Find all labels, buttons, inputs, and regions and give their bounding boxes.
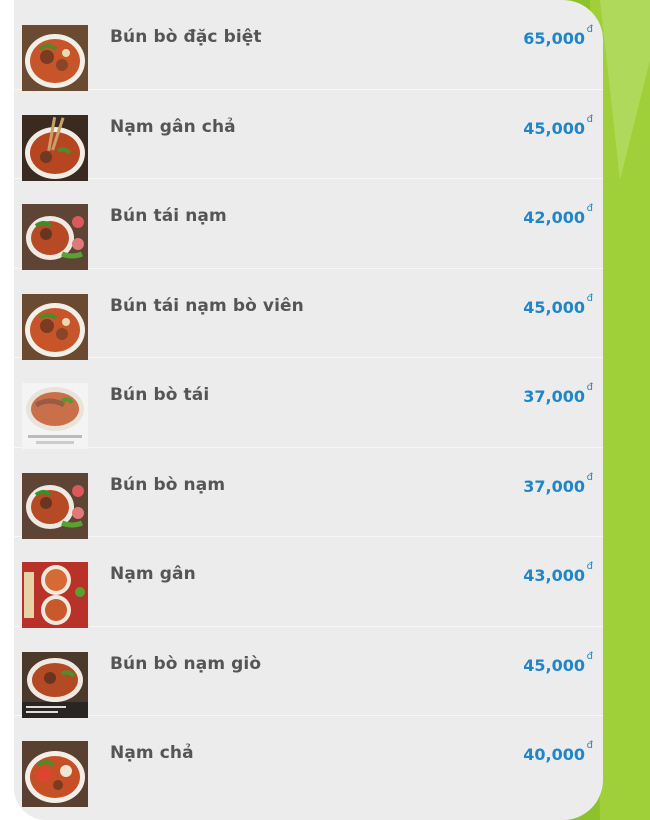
currency-symbol: đ bbox=[586, 382, 593, 393]
beef-noodle-bowl-tomato-icon bbox=[22, 741, 88, 807]
currency-symbol: đ bbox=[586, 113, 593, 125]
beef-noodle-bowl-herbs-icon bbox=[22, 472, 88, 539]
menu-item[interactable]: Bún bò nạm 37,000 đ bbox=[14, 448, 603, 539]
currency-symbol: đ bbox=[586, 203, 593, 214]
rare-beef-noodle-bowl-icon bbox=[22, 383, 88, 449]
beef-noodle-bowl-icon bbox=[22, 293, 88, 360]
menu-item[interactable]: Bún bò nạm giò 45,000 đ bbox=[14, 627, 603, 718]
menu-item[interactable]: Nạm gân chả 45,000 đ bbox=[14, 90, 603, 181]
item-name: Bún bò nạm giò bbox=[110, 653, 262, 674]
item-name: Bún bò nạm bbox=[110, 474, 226, 495]
item-name: Bún tái nạm bbox=[110, 206, 227, 226]
menu-item[interactable]: Nạm chả 40,000 đ bbox=[14, 716, 603, 807]
item-price: 45,000 bbox=[523, 297, 585, 317]
currency-symbol: đ bbox=[586, 650, 593, 662]
currency-symbol: đ bbox=[586, 471, 593, 483]
currency-symbol: đ bbox=[586, 561, 593, 572]
currency-symbol: đ bbox=[586, 292, 593, 304]
menu-item[interactable]: Nạm gân 43,000 đ bbox=[14, 537, 603, 628]
item-price: 37,000 bbox=[523, 387, 585, 406]
currency-symbol: đ bbox=[586, 24, 593, 35]
menu-item[interactable]: Bún bò tái 37,000 đ bbox=[14, 358, 603, 449]
beef-noodle-bowl-icon bbox=[22, 25, 88, 91]
menu-item[interactable]: Bún bò đặc biệt 65,000 đ bbox=[14, 0, 603, 91]
item-name: Bún bò tái bbox=[110, 385, 210, 405]
item-price: 40,000 bbox=[523, 745, 585, 764]
menu-item[interactable]: Bún tái nạm 42,000 đ bbox=[14, 179, 603, 270]
menu-item[interactable]: Bún tái nạm bò viên 45,000 đ bbox=[14, 269, 603, 360]
beef-noodle-bowl-caption-icon bbox=[22, 651, 88, 718]
item-name: Nạm gân bbox=[110, 564, 196, 584]
item-name: Bún tái nạm bò viên bbox=[110, 295, 304, 316]
beef-noodle-bowl-herbs-icon bbox=[22, 204, 88, 270]
item-price: 45,000 bbox=[523, 118, 585, 138]
item-price: 43,000 bbox=[523, 566, 585, 585]
item-name: Nạm gân chả bbox=[110, 116, 236, 137]
two-bowls-icon bbox=[22, 562, 88, 628]
item-name: Bún bò đặc biệt bbox=[110, 27, 262, 47]
item-price: 45,000 bbox=[523, 655, 585, 675]
currency-symbol: đ bbox=[586, 740, 593, 751]
item-price: 65,000 bbox=[523, 29, 585, 48]
menu-list: Bún bò đặc biệt 65,000 đ Nạm gân chả 45,… bbox=[14, 0, 603, 807]
item-name: Nạm chả bbox=[110, 743, 194, 763]
item-price: 37,000 bbox=[523, 476, 585, 496]
item-price: 42,000 bbox=[523, 208, 585, 227]
beef-noodle-bowl-chopsticks-icon bbox=[22, 114, 88, 181]
